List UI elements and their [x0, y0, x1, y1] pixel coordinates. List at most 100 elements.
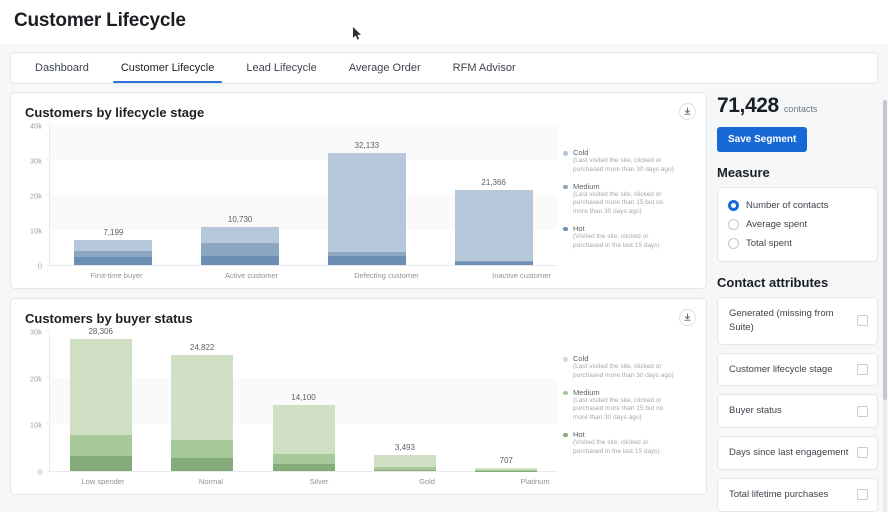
stacked-bar[interactable]: 32,133 [327, 141, 406, 265]
legend-dot-icon [563, 432, 568, 438]
measure-option-label: Number of contacts [746, 200, 829, 211]
chart-legend: Cold (Last visited the site, clicked or p… [557, 332, 679, 472]
legend-dot-icon [563, 390, 568, 396]
bar-segment-medium [171, 439, 234, 458]
tab-label: Lead Lifecycle [246, 62, 317, 74]
content-shell: Dashboard Customer Lifecycle Lead Lifecycl… [0, 44, 888, 512]
stacked-bar[interactable]: 21,366 [454, 178, 533, 265]
download-icon[interactable] [679, 103, 696, 120]
page-scrollbar-thumb[interactable] [883, 100, 887, 400]
bar-total-label: 10,730 [227, 215, 253, 225]
stacked-bar[interactable]: 24,822 [171, 343, 234, 471]
stacked-bar[interactable]: 10,730 [201, 215, 280, 265]
attribute-label: Total lifetime purchases [729, 488, 829, 500]
tab-rfm-advisor[interactable]: RFM Advisor [437, 53, 532, 83]
x-axis-label: Inactive customer [492, 271, 551, 280]
legend-label: Hot [573, 223, 585, 233]
radio-button[interactable] [728, 200, 739, 211]
attribute-row[interactable]: Days since last engagement [717, 436, 878, 470]
bar-segment-hot [272, 464, 335, 471]
bar-slot: 21,366 [430, 126, 557, 265]
sidebar-panel: 71,428 contacts Save Segment Measure Num… [717, 92, 878, 512]
measure-option-average-spent[interactable]: Average spent [728, 215, 867, 234]
legend-dot-icon [563, 184, 568, 190]
stacked-bar[interactable]: 28,306 [69, 327, 132, 471]
y-tick-label: 30k [29, 156, 42, 166]
bar-segment-hot [74, 256, 153, 265]
attribute-label: Generated (missing from Suite) [729, 308, 834, 333]
plot-area: 7,199 10,730 32,133 21,366 [47, 124, 557, 266]
attribute-checkbox[interactable] [857, 489, 868, 501]
attribute-row[interactable]: Total lifetime purchases [717, 477, 878, 512]
bar-segment-medium [201, 242, 280, 257]
x-axis-label: Silver [309, 477, 329, 486]
bar-slot: 14,100 [253, 332, 354, 471]
attribute-checkbox[interactable] [857, 363, 868, 375]
measure-option-number-of-contacts[interactable]: Number of contacts [728, 196, 867, 215]
stacked-bar[interactable]: 7,199 [74, 228, 153, 265]
radio-button[interactable] [728, 238, 739, 249]
measure-option-total-spent[interactable]: Total spent [728, 234, 867, 253]
stacked-bar[interactable]: 14,100 [272, 393, 335, 471]
tab-lead-lifecycle[interactable]: Lead Lifecycle [230, 53, 332, 83]
attribute-checkbox[interactable] [857, 447, 868, 459]
legend-item-medium[interactable]: Medium (Last visited the site, clicked or… [563, 388, 679, 423]
bars-container: 28,306 24,822 14,100 3,493 707 [50, 327, 557, 471]
x-axis-labels: Low spender Normal Silver Gold Platinum [49, 472, 589, 494]
tab-average-order[interactable]: Average Order [333, 53, 437, 83]
legend-item-medium[interactable]: Medium (Last visited the site, clicked or… [563, 182, 679, 217]
legend-item-hot[interactable]: Hot (Visited the site, clicked or purchas… [563, 224, 679, 251]
download-icon[interactable] [679, 309, 696, 326]
y-tick-label: 40k [29, 121, 42, 131]
attribute-row[interactable]: Buyer status [717, 394, 878, 429]
bar-segment-hot [373, 469, 436, 471]
y-axis: 0 10k 20k 30k 40k [17, 122, 47, 271]
attribute-label: Customer lifecycle stage [729, 363, 833, 375]
bar-segment-cold [373, 454, 436, 468]
legend-item-hot[interactable]: Hot (Visited the site, clicked or purchas… [563, 430, 679, 457]
legend-description: (Visited the site, clicked or purchased … [573, 232, 660, 249]
bar-segment-cold [272, 405, 335, 454]
plot-wrap: 0 10k 20k 30k 28,306 24,822 14,100 3,493 707 [17, 327, 557, 477]
legend-dot-icon [563, 151, 568, 156]
bar-total-label: 3,493 [394, 442, 415, 452]
plot-wrap: 0 10k 20k 30k 40k 7,199 10,730 32,133 21,366 [17, 122, 557, 271]
radio-button[interactable] [728, 219, 739, 230]
attribute-row[interactable]: Generated (missing from Suite) [717, 297, 878, 345]
contacts-count: 71,428 [717, 94, 779, 117]
attribute-checkbox[interactable] [857, 405, 868, 417]
y-tickmark [47, 124, 50, 125]
bar-total-label: 21,366 [481, 178, 506, 188]
legend-dot-icon [563, 357, 568, 362]
main-row: Customers by lifecycle stage 0 10k 20k 30k 40… [10, 92, 878, 512]
bar-segment-hot [171, 457, 234, 471]
attribute-checkbox[interactable] [857, 315, 868, 327]
y-tick-label: 0 [37, 467, 42, 477]
bar-slot: 24,822 [151, 332, 252, 471]
bar-slot: 3,493 [354, 332, 455, 471]
y-tick-label: 20k [29, 191, 42, 201]
legend-label: Cold [573, 354, 589, 363]
page-scrollbar-track[interactable] [883, 100, 887, 512]
stacked-bar[interactable]: 707 [475, 456, 538, 471]
stacked-bar[interactable]: 3,493 [373, 443, 436, 471]
tab-bar: Dashboard Customer Lifecycle Lead Lifecycl… [10, 52, 878, 84]
charts-column: Customers by lifecycle stage 0 10k 20k 30k 40… [10, 92, 707, 512]
tab-dashboard[interactable]: Dashboard [19, 53, 105, 83]
chart-legend: Cold (Last visited the site, clicked or p… [557, 126, 679, 266]
attribute-label: Buyer status [729, 405, 782, 417]
save-segment-button[interactable]: Save Segment [717, 127, 808, 152]
bar-total-label: 24,822 [189, 343, 215, 353]
attribute-row[interactable]: Customer lifecycle stage [717, 352, 878, 387]
tab-customer-lifecycle[interactable]: Customer Lifecycle [105, 53, 231, 83]
legend-description: (Last visited the site, clicked or purch… [573, 157, 674, 173]
tab-label: Average Order [348, 62, 421, 74]
bar-segment-cold [201, 227, 280, 243]
chart-title: Customers by buyer status [25, 311, 193, 326]
tab-label: RFM Advisor [452, 62, 516, 74]
bar-segment-cold [74, 239, 153, 251]
x-axis-label: Defecting customer [354, 271, 419, 280]
legend-item-cold[interactable]: Cold (Last visited the site, clicked or p… [563, 354, 679, 381]
legend-item-cold[interactable]: Cold (Last visited the site, clicked or p… [563, 148, 679, 175]
legend-label: Hot [573, 429, 585, 439]
